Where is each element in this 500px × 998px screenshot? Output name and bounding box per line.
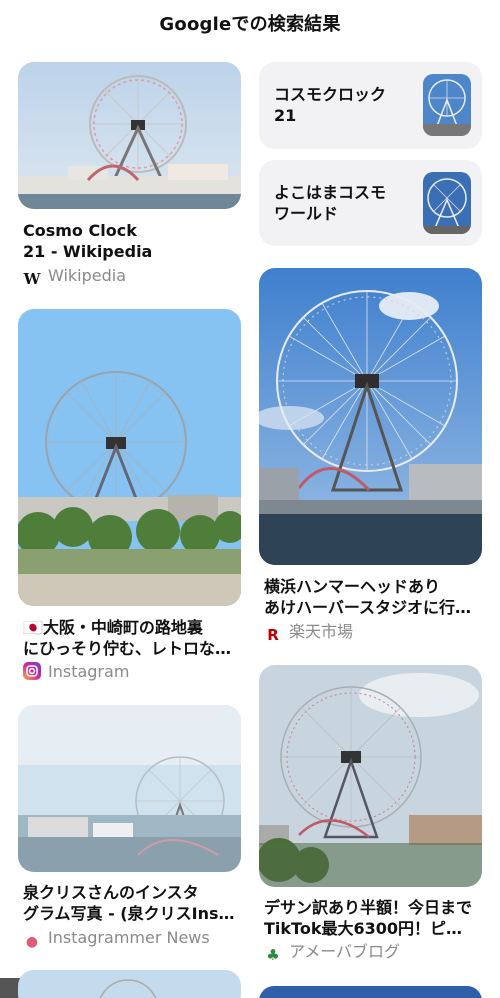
search-results-sheet: Googleでの検索結果 Cosmo Clock 21 - Wikipedia … [0,0,500,998]
related-search-thumbnail [423,74,471,136]
rakuten-icon: R [267,626,279,644]
result-image-partial[interactable] [18,970,241,998]
result-image-harbor-view[interactable] [18,705,241,872]
ameba-icon: ♣ [266,946,280,964]
result-image-cloudy-wheel[interactable] [259,665,482,887]
result-caption[interactable]: Cosmo Clock 21 - Wikipedia [23,220,243,262]
instagram-icon [23,662,41,680]
result-source: Instagram [23,662,129,682]
result-image-cosmo-clock[interactable] [18,62,241,209]
instagrammer-news-icon: ● [25,934,39,950]
result-caption[interactable]: 横浜ハンマーヘッドあり あけハーバースタジオに行… [264,576,484,618]
result-image-partial[interactable] [259,986,482,998]
wikipedia-icon: W [23,270,41,288]
related-search-chip[interactable]: よこはまコスモ ワールド [259,160,482,246]
result-image-yokohama-wheel[interactable] [259,268,482,565]
result-caption[interactable]: 🇯🇵大阪・中崎町の路地裏 にひっそり佇む、レトロな… [23,617,243,659]
related-search-label: よこはまコスモ ワールド [274,183,387,223]
result-caption[interactable]: 泉クリスさんのインスタ グラム写真 - (泉クリスIns… [23,882,243,924]
sheet-corner [0,978,20,998]
related-search-thumbnail [423,172,471,234]
result-source: ● Instagrammer News [23,928,210,951]
result-source: ♣ アメーバブログ [264,942,400,964]
page-title: Googleでの検索結果 [159,14,341,35]
result-source: R 楽天市場 [264,622,353,644]
result-caption[interactable]: デサン訳あり半額！今日まで TikTok最大6300円！ピ… [264,897,484,939]
result-image-ferris-wheel-park[interactable] [18,309,241,606]
result-source: W Wikipedia [23,266,127,288]
related-search-label: コスモクロック 21 [274,85,387,125]
related-search-chip[interactable]: コスモクロック 21 [259,62,482,149]
